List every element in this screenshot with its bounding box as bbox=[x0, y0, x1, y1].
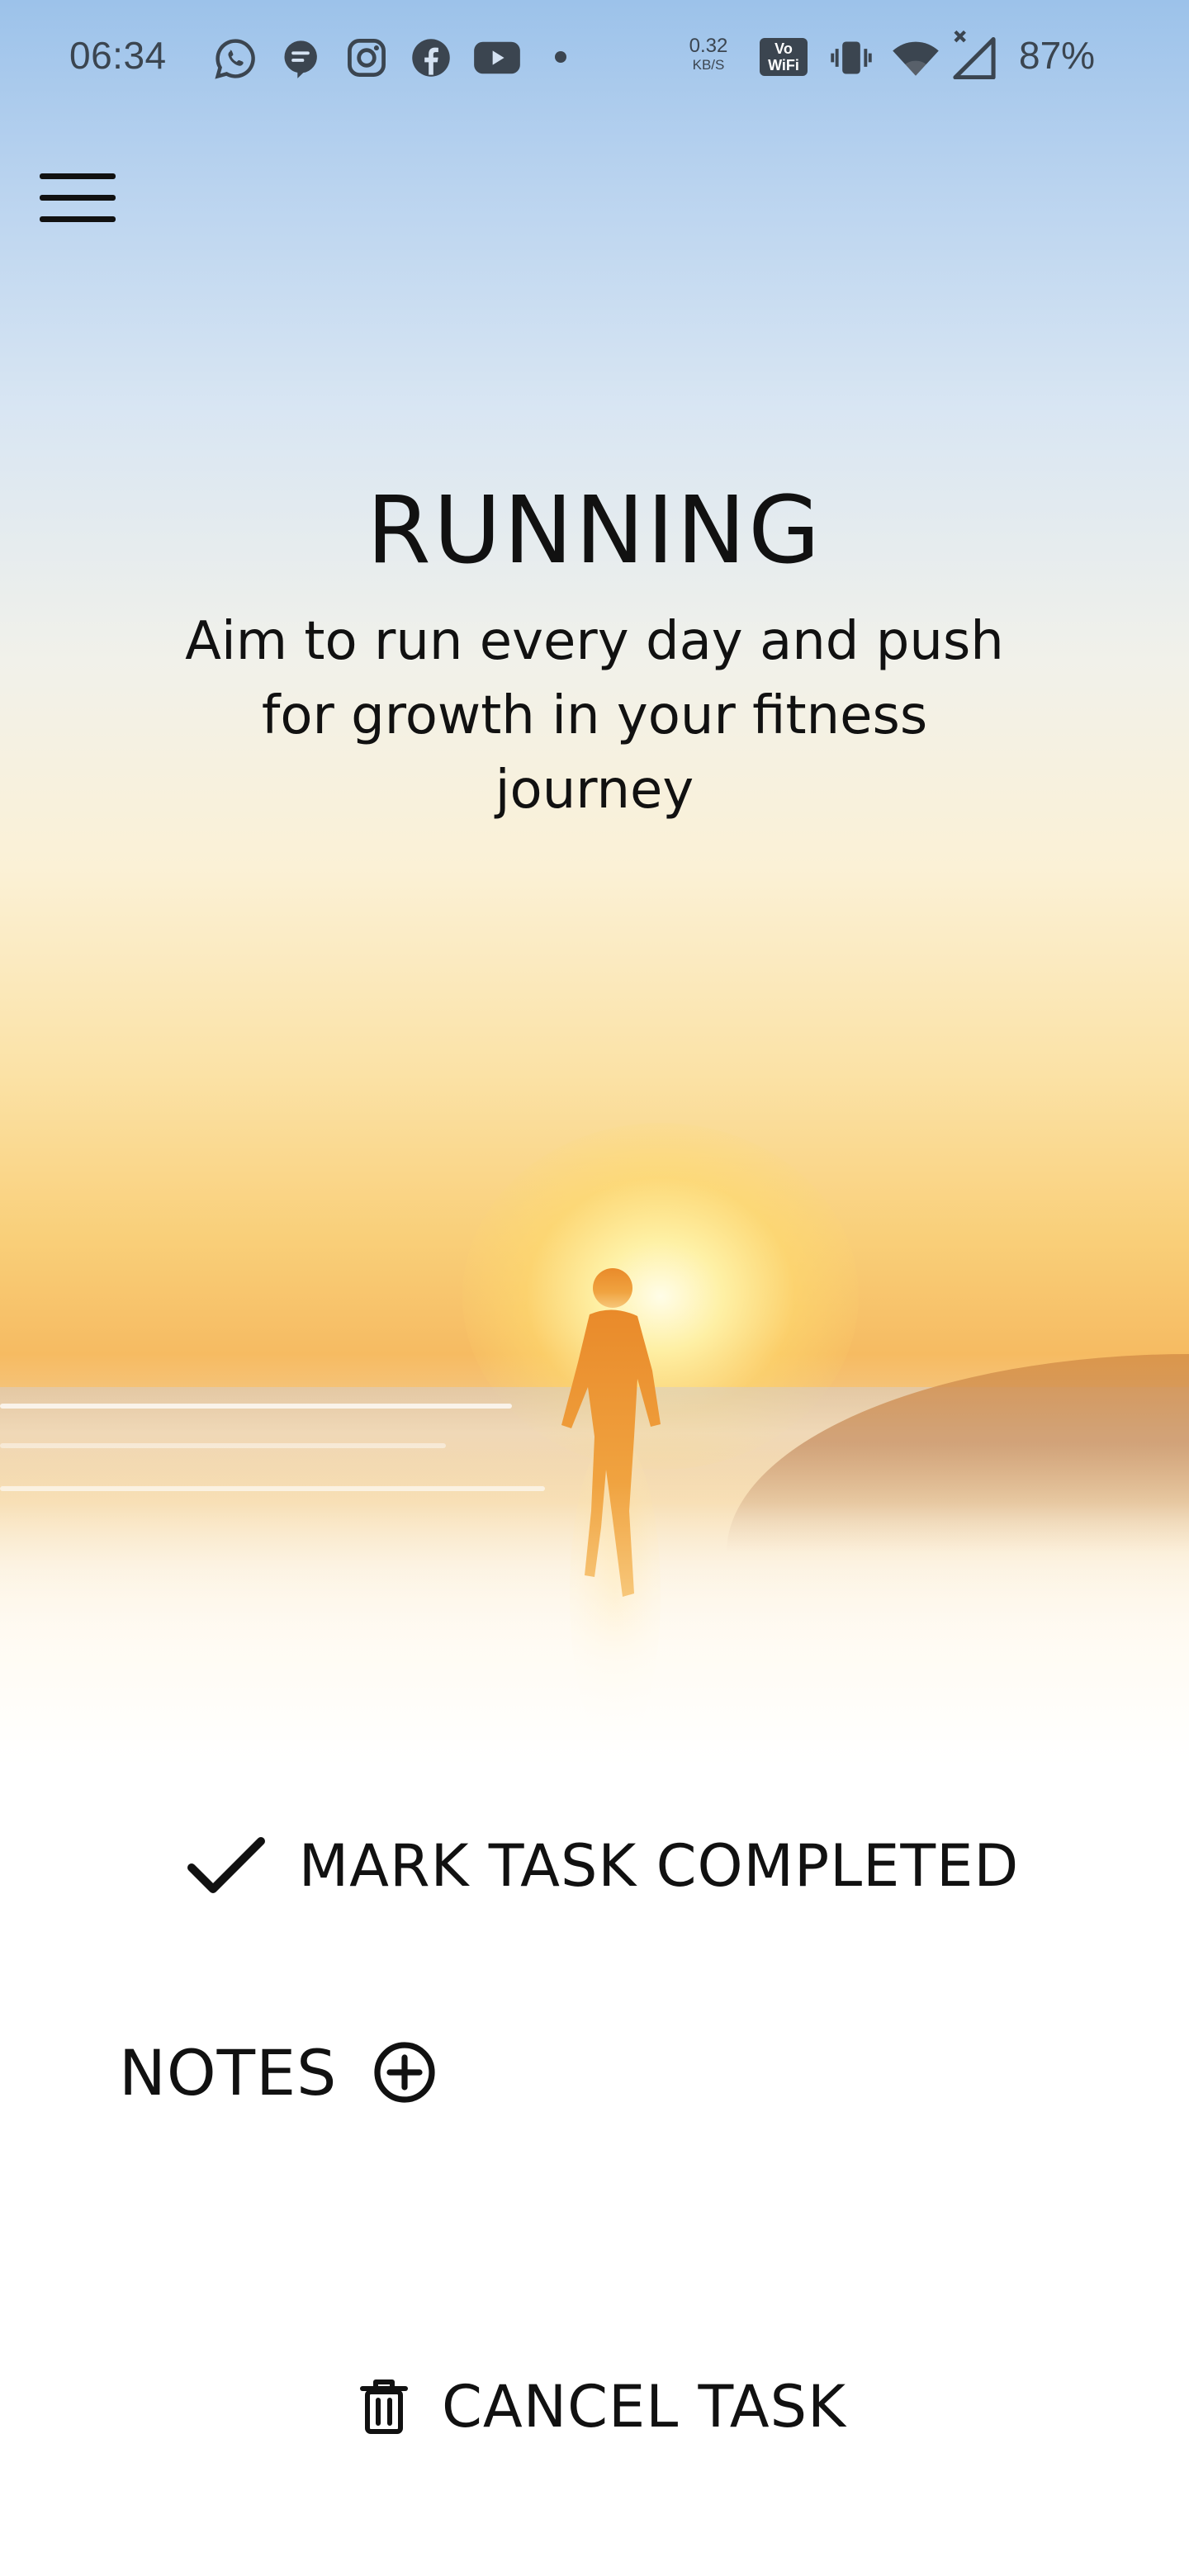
hamburger-menu-icon[interactable] bbox=[36, 165, 119, 231]
runner-silhouette bbox=[561, 1268, 661, 1597]
trash-icon bbox=[359, 2379, 408, 2434]
wave-line bbox=[0, 1404, 512, 1409]
network-speed: 0.32 KB/S bbox=[684, 35, 733, 73]
youtube-icon bbox=[474, 41, 520, 74]
vowifi-line2: WiFi bbox=[768, 57, 799, 73]
status-bar: 06:34 0.32 KB/S Vo WiFi 87% bbox=[0, 0, 1189, 116]
add-circle-icon[interactable] bbox=[372, 2039, 438, 2105]
vowifi-icon: Vo WiFi bbox=[760, 38, 808, 76]
hero-image bbox=[0, 0, 1189, 1767]
notes-section: NOTES bbox=[119, 2031, 438, 2114]
network-speed-unit: KB/S bbox=[692, 57, 725, 73]
checkmark-icon bbox=[187, 1837, 265, 1893]
facebook-icon bbox=[412, 39, 450, 77]
vowifi-line1: Vo bbox=[775, 40, 793, 57]
notes-label: NOTES bbox=[119, 2035, 338, 2110]
more-dot-icon bbox=[555, 51, 566, 63]
wave-line bbox=[0, 1486, 545, 1491]
instagram-icon bbox=[348, 39, 386, 77]
task-title: RUNNING bbox=[367, 477, 822, 585]
cancel-task-button[interactable]: CANCEL TASK bbox=[330, 2365, 875, 2448]
battery-percentage: 87% bbox=[1019, 34, 1096, 77]
mark-task-completed-button[interactable]: MARK TASK COMPLETED bbox=[173, 1825, 1032, 1907]
wave-line bbox=[0, 1443, 446, 1448]
wifi-icon bbox=[893, 41, 939, 76]
signal-icon bbox=[953, 30, 996, 79]
messages-icon bbox=[284, 40, 317, 78]
cancel-task-label: CANCEL TASK bbox=[441, 2373, 847, 2441]
whatsapp-icon bbox=[215, 39, 255, 79]
status-time: 06:34 bbox=[69, 34, 167, 77]
network-speed-value: 0.32 bbox=[689, 35, 728, 57]
vibrate-icon bbox=[831, 41, 872, 74]
mark-task-completed-label: MARK TASK COMPLETED bbox=[298, 1832, 1020, 1900]
task-description: Aim to run every day and push for growth… bbox=[185, 611, 1004, 821]
